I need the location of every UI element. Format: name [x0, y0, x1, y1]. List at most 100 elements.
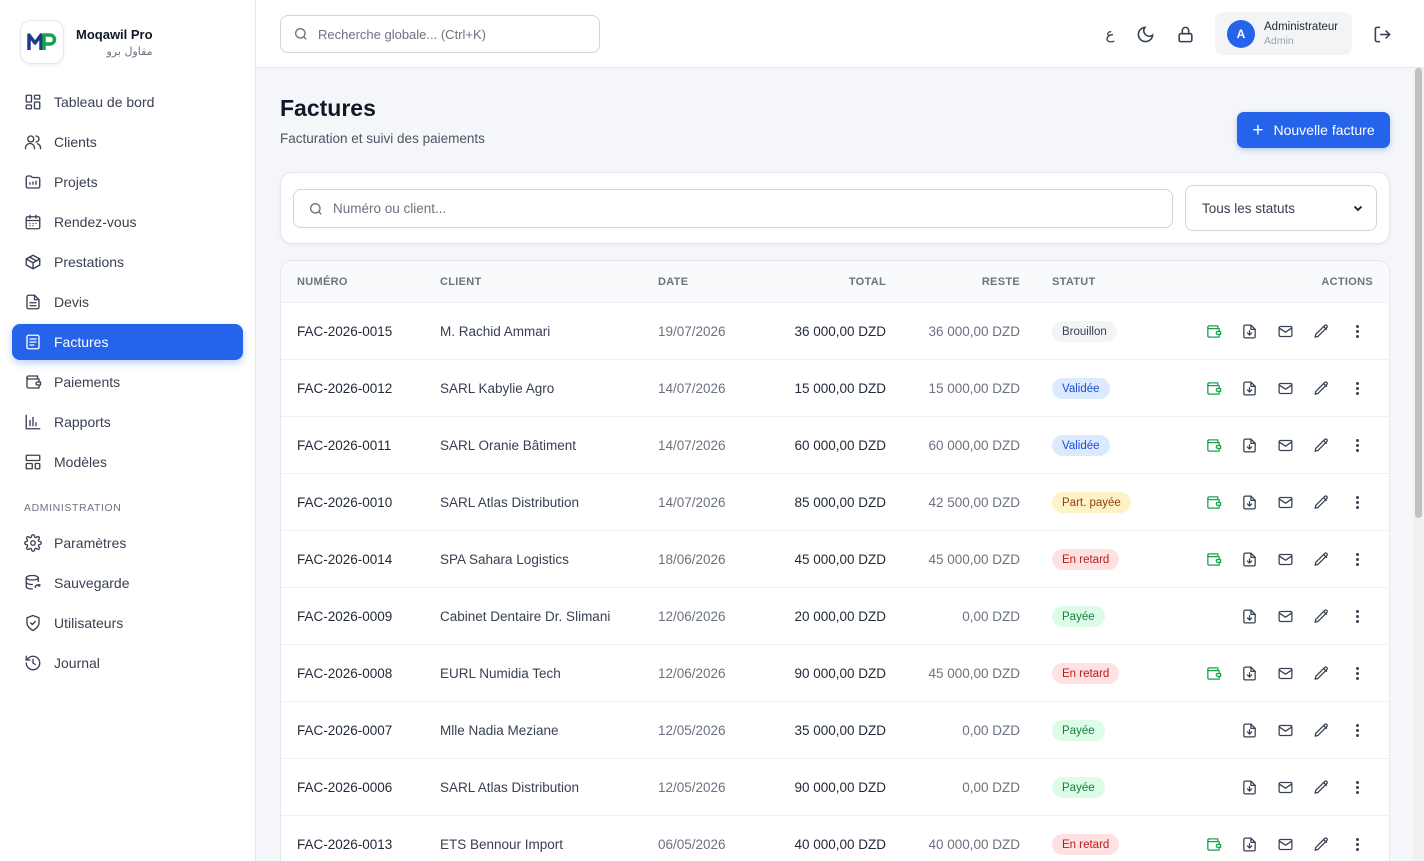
- download-action-button[interactable]: [1240, 721, 1258, 739]
- sidebar-item-mod-les[interactable]: Modèles: [12, 444, 243, 480]
- more-vertical-action-button[interactable]: [1348, 778, 1366, 796]
- download-action-button[interactable]: [1240, 607, 1258, 625]
- table-row[interactable]: FAC-2026-0007 Mlle Nadia Meziane 12/05/202…: [281, 702, 1389, 759]
- more-vertical-action-button[interactable]: [1348, 607, 1366, 625]
- edit-action-button[interactable]: [1312, 322, 1330, 340]
- download-action-button[interactable]: [1240, 835, 1258, 853]
- invoice-number[interactable]: FAC-2026-0006: [297, 780, 392, 795]
- wallet-action-button[interactable]: [1204, 550, 1222, 568]
- sidebar-item-utilisateurs[interactable]: Utilisateurs: [12, 605, 243, 641]
- sidebar-item-rendez-vous[interactable]: Rendez-vous: [12, 204, 243, 240]
- more-vertical-action-button[interactable]: [1348, 493, 1366, 511]
- more-vertical-action-button[interactable]: [1348, 436, 1366, 454]
- edit-action-button[interactable]: [1312, 607, 1330, 625]
- download-action-button[interactable]: [1240, 379, 1258, 397]
- mail-action-button[interactable]: [1276, 379, 1294, 397]
- header-number[interactable]: NUMÉRO: [297, 276, 348, 288]
- mail-action-button[interactable]: [1276, 322, 1294, 340]
- sidebar-item-rapports[interactable]: Rapports: [12, 404, 243, 440]
- invoice-number[interactable]: FAC-2026-0007: [297, 723, 392, 738]
- edit-action-button[interactable]: [1312, 721, 1330, 739]
- header-status[interactable]: STATUT: [1052, 276, 1096, 288]
- mail-action-button[interactable]: [1276, 607, 1294, 625]
- sidebar-item-prestations[interactable]: Prestations: [12, 244, 243, 280]
- sidebar-item-factures[interactable]: Factures: [12, 324, 243, 360]
- header-reste[interactable]: RESTE: [982, 276, 1020, 288]
- invoice-number[interactable]: FAC-2026-0012: [297, 381, 392, 396]
- sidebar-item-sauvegarde[interactable]: Sauvegarde: [12, 565, 243, 601]
- table-row[interactable]: FAC-2026-0014 SPA Sahara Logistics 18/06/2…: [281, 531, 1389, 588]
- header-client[interactable]: CLIENT: [440, 276, 482, 288]
- sidebar-item-paiements[interactable]: Paiements: [12, 364, 243, 400]
- table-row[interactable]: FAC-2026-0009 Cabinet Dentaire Dr. Sliman…: [281, 588, 1389, 645]
- download-action-button[interactable]: [1240, 778, 1258, 796]
- mail-action-button[interactable]: [1276, 721, 1294, 739]
- table-row[interactable]: FAC-2026-0013 ETS Bennour Import 06/05/202…: [281, 816, 1389, 861]
- sidebar-item-devis[interactable]: Devis: [12, 284, 243, 320]
- more-vertical-action-button[interactable]: [1348, 721, 1366, 739]
- edit-action-button[interactable]: [1312, 778, 1330, 796]
- edit-action-button[interactable]: [1312, 493, 1330, 511]
- wallet-action-button[interactable]: [1204, 436, 1222, 454]
- sidebar-item-clients[interactable]: Clients: [12, 124, 243, 160]
- table-row[interactable]: FAC-2026-0008 EURL Numidia Tech 12/06/2026…: [281, 645, 1389, 702]
- edit-action-button[interactable]: [1312, 379, 1330, 397]
- wallet-action-button[interactable]: [1204, 493, 1222, 511]
- wallet-action-button[interactable]: [1204, 835, 1222, 853]
- edit-action-button[interactable]: [1312, 835, 1330, 853]
- wallet-action-button[interactable]: [1204, 664, 1222, 682]
- edit-action-button[interactable]: [1312, 664, 1330, 682]
- download-action-button[interactable]: [1240, 664, 1258, 682]
- edit-action-button[interactable]: [1312, 436, 1330, 454]
- edit-action-button[interactable]: [1312, 550, 1330, 568]
- more-vertical-action-button[interactable]: [1348, 379, 1366, 397]
- sidebar-item-projets[interactable]: Projets: [12, 164, 243, 200]
- global-search-input[interactable]: [318, 26, 588, 42]
- invoice-number[interactable]: FAC-2026-0014: [297, 552, 392, 567]
- wallet-action-button[interactable]: [1204, 379, 1222, 397]
- mail-action-button[interactable]: [1276, 436, 1294, 454]
- invoice-search-input[interactable]: [333, 201, 1153, 216]
- invoice-number[interactable]: FAC-2026-0011: [297, 438, 391, 453]
- header-total[interactable]: TOTAL: [849, 276, 886, 288]
- mail-action-button[interactable]: [1276, 778, 1294, 796]
- table-row[interactable]: FAC-2026-0010 SARL Atlas Distribution 14/0…: [281, 474, 1389, 531]
- logout-icon[interactable]: [1372, 24, 1392, 44]
- mail-action-button[interactable]: [1276, 835, 1294, 853]
- mail-action-button[interactable]: [1276, 550, 1294, 568]
- more-vertical-action-button[interactable]: [1348, 835, 1366, 853]
- scrollbar-thumb[interactable]: [1415, 68, 1422, 518]
- table-row[interactable]: FAC-2026-0015 M. Rachid Ammari 19/07/2026 3…: [281, 303, 1389, 360]
- lock-icon[interactable]: [1175, 24, 1195, 44]
- invoice-number[interactable]: FAC-2026-0008: [297, 666, 392, 681]
- header-date[interactable]: DATE: [658, 276, 688, 288]
- table-row[interactable]: FAC-2026-0006 SARL Atlas Distribution 12/0…: [281, 759, 1389, 816]
- sidebar-item-param-tres[interactable]: Paramètres: [12, 525, 243, 561]
- mail-action-button[interactable]: [1276, 493, 1294, 511]
- user-menu[interactable]: A Administrateur Admin: [1215, 12, 1352, 55]
- download-action-button[interactable]: [1240, 550, 1258, 568]
- global-search[interactable]: [280, 15, 600, 53]
- sidebar-item-journal[interactable]: Journal: [12, 645, 243, 681]
- invoice-number[interactable]: FAC-2026-0013: [297, 837, 392, 852]
- invoice-search[interactable]: [293, 189, 1173, 228]
- invoice-number[interactable]: FAC-2026-0010: [297, 495, 392, 510]
- table-row[interactable]: FAC-2026-0011 SARL Oranie Bâtiment 14/07/2…: [281, 417, 1389, 474]
- sidebar-item-tableau-de-bord[interactable]: Tableau de bord: [12, 84, 243, 120]
- invoice-number[interactable]: FAC-2026-0015: [297, 324, 392, 339]
- new-invoice-button[interactable]: + Nouvelle facture: [1237, 112, 1390, 148]
- wallet-action-button[interactable]: [1204, 322, 1222, 340]
- more-vertical-action-button[interactable]: [1348, 322, 1366, 340]
- more-vertical-action-button[interactable]: [1348, 664, 1366, 682]
- page-scrollbar[interactable]: [1413, 68, 1424, 861]
- more-vertical-action-button[interactable]: [1348, 550, 1366, 568]
- table-row[interactable]: FAC-2026-0012 SARL Kabylie Agro 14/07/2026…: [281, 360, 1389, 417]
- moon-icon[interactable]: [1135, 24, 1155, 44]
- brand[interactable]: Moqawil Pro مقاول برو: [20, 20, 153, 64]
- status-filter-select[interactable]: Tous les statuts: [1185, 185, 1377, 231]
- download-action-button[interactable]: [1240, 493, 1258, 511]
- download-action-button[interactable]: [1240, 322, 1258, 340]
- invoice-number[interactable]: FAC-2026-0009: [297, 609, 392, 624]
- download-action-button[interactable]: [1240, 436, 1258, 454]
- mail-action-button[interactable]: [1276, 664, 1294, 682]
